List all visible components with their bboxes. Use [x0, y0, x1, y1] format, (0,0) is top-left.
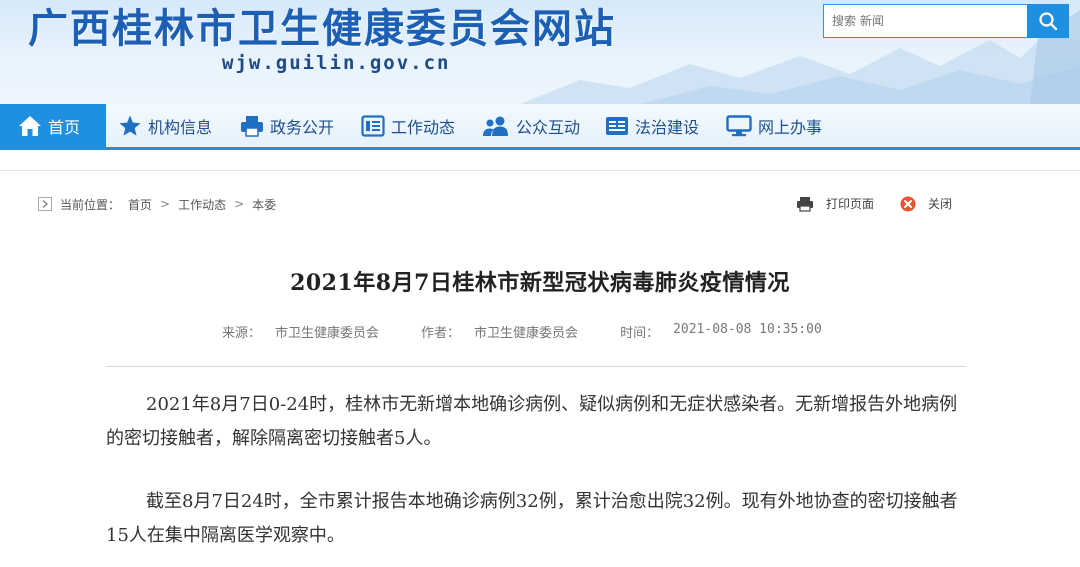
printer-icon [241, 115, 263, 137]
breadcrumb: 当前位置： 首页 > 工作动态 > 本委 [38, 196, 276, 213]
source-value: 市卫生健康委员会 [275, 326, 380, 341]
star-icon [119, 115, 141, 136]
breadcrumb-item-home[interactable]: 首页 [128, 196, 152, 213]
nav-label: 首页 [48, 117, 81, 137]
nav-item-rule-of-law[interactable]: 法治建设 [605, 104, 699, 147]
nav-label: 政务公开 [270, 117, 335, 137]
list-icon [361, 114, 385, 137]
breadcrumb-separator: > [160, 197, 171, 211]
breadcrumb-item-current[interactable]: 本委 [252, 196, 276, 213]
nav-label: 网上办事 [758, 117, 823, 137]
close-button[interactable]: 关闭 [900, 195, 952, 212]
search-icon [1039, 12, 1058, 31]
search-input[interactable] [823, 4, 1029, 38]
printer-icon [797, 196, 813, 212]
search-button[interactable] [1027, 4, 1069, 38]
home-icon [19, 115, 41, 136]
close-icon [900, 196, 916, 211]
monitor-icon [726, 114, 752, 136]
nav-label: 工作动态 [391, 117, 456, 137]
breadcrumb-separator: > [234, 197, 245, 211]
nav-item-gov-affairs[interactable]: 政务公开 [240, 104, 334, 147]
nav-item-online-services[interactable]: 网上办事 [726, 104, 822, 147]
meta-divider [106, 366, 966, 367]
nav-label: 机构信息 [148, 117, 213, 137]
law-icon [606, 116, 628, 135]
close-label: 关闭 [928, 197, 953, 211]
breadcrumb-prefix: 当前位置： [60, 197, 121, 212]
site-title: 广西桂林市卫生健康委员会网站 [28, 6, 616, 52]
print-page-button[interactable]: 打印页面 [796, 195, 874, 212]
page-tools: 打印页面 关闭 [796, 195, 952, 212]
nav-item-home[interactable]: 首页 [0, 104, 106, 147]
time-label: 时间： [620, 326, 660, 341]
main-nav: 首页 机构信息 政务公开 工作动态 公众互动 法治建设 网上办事 [0, 104, 1080, 150]
source-label: 来源： [222, 326, 262, 341]
nav-item-public-interaction[interactable]: 公众互动 [482, 104, 580, 147]
article-meta: 来源： 市卫生健康委员会 作者： 市卫生健康委员会 时间： 2021-08-08… [222, 322, 864, 341]
article-title: 2021年8月7日桂林市新型冠状病毒肺炎疫情情况 [290, 270, 790, 296]
nav-item-org-info[interactable]: 机构信息 [118, 104, 212, 147]
article-paragraph: 截至8月7日24时，全市累计报告本地确诊病例32例，累计治愈出院32例。现有外地… [106, 491, 958, 546]
author-label: 作者： [421, 326, 461, 341]
site-banner: 广西桂林市卫生健康委员会网站 wjw.guilin.gov.cn [0, 0, 1080, 104]
nav-label: 公众互动 [516, 117, 581, 137]
nav-label: 法治建设 [635, 117, 700, 137]
print-page-label: 打印页面 [826, 197, 875, 211]
users-icon [483, 116, 508, 136]
breadcrumb-item-work-news[interactable]: 工作动态 [178, 196, 226, 213]
location-arrow-icon [38, 197, 52, 211]
site-url: wjw.guilin.gov.cn [222, 52, 451, 74]
nav-item-work-news[interactable]: 工作动态 [361, 104, 455, 147]
time-value: 2021-08-08 10:35:00 [673, 322, 822, 337]
author-value: 市卫生健康委员会 [474, 326, 579, 341]
article-paragraph: 2021年8月7日0-24时，桂林市无新增本地确诊病例、疑似病例和无症状感染者。… [106, 394, 958, 449]
